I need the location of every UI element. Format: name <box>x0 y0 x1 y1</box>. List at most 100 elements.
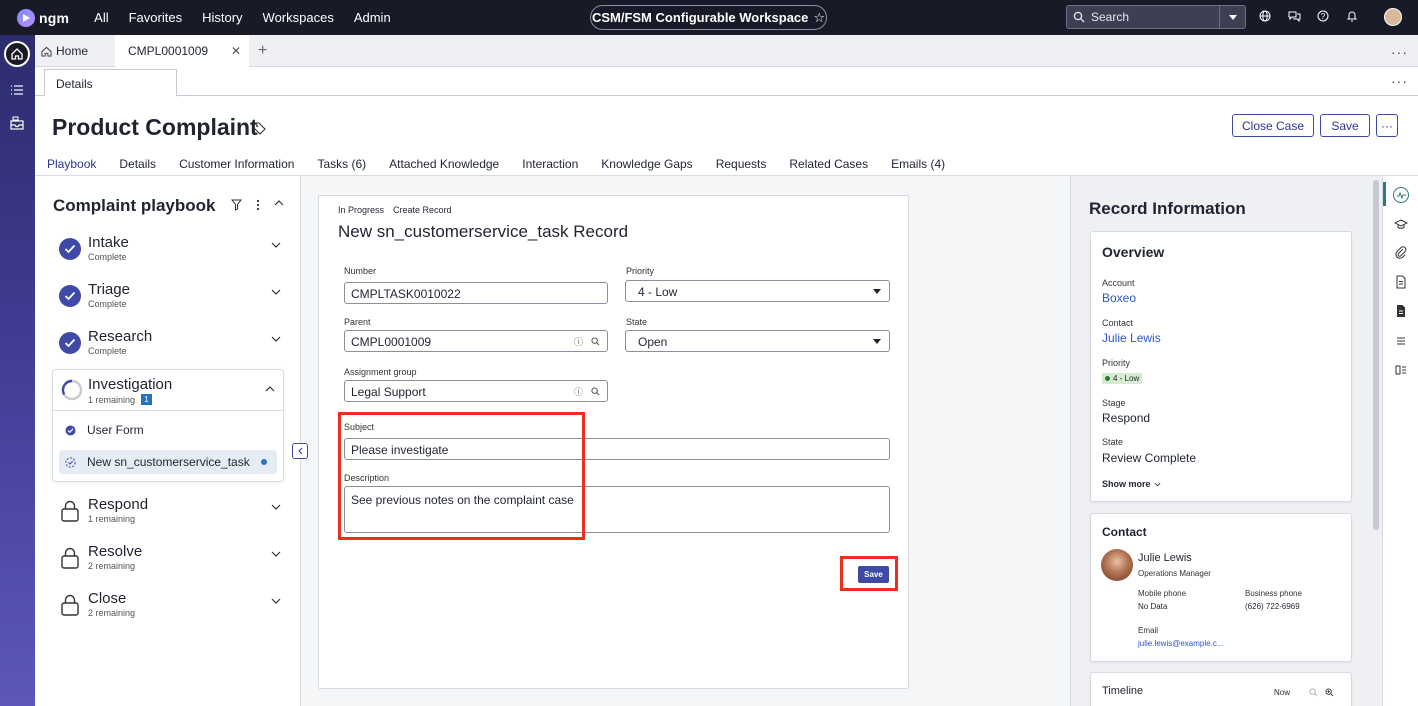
info-icon[interactable]: ⓘ <box>574 385 583 398</box>
filter-icon[interactable] <box>231 199 242 211</box>
parent-label: Parent <box>344 317 371 327</box>
svg-text:?: ? <box>1321 12 1326 21</box>
account-link[interactable]: Boxeo <box>1102 291 1136 305</box>
task-user-form[interactable]: User Form <box>59 418 277 442</box>
chevron-down-icon <box>873 339 881 344</box>
chevron-down-icon[interactable] <box>271 289 281 296</box>
tab-record[interactable]: CMPL0001009 ✕ <box>115 35 249 67</box>
tab-knowledge-gaps[interactable]: Knowledge Gaps <box>601 157 692 171</box>
list-icon[interactable] <box>9 82 25 98</box>
search-icon[interactable] <box>591 337 600 346</box>
email-link[interactable]: julie.lewis@example.c... <box>1138 639 1223 648</box>
logo[interactable]: ngm <box>17 8 70 27</box>
close-case-button[interactable]: Close Case <box>1232 114 1314 137</box>
nav-workspaces[interactable]: Workspaces <box>263 10 334 25</box>
form-save-button[interactable]: Save <box>858 566 889 583</box>
nav-all[interactable]: All <box>94 10 108 25</box>
tab-playbook[interactable]: Playbook <box>44 157 99 180</box>
stage-respond[interactable]: Respond 1 remaining <box>57 496 287 536</box>
chat-icon[interactable] <box>1286 8 1302 24</box>
kebab-icon[interactable] <box>256 199 260 211</box>
add-tab-icon[interactable]: + <box>258 42 267 60</box>
zoom-in-icon[interactable] <box>1325 688 1334 697</box>
tab-home[interactable]: Home <box>41 44 88 58</box>
user-avatar[interactable] <box>1384 8 1402 26</box>
attachment-icon[interactable] <box>1394 246 1408 260</box>
more-icon[interactable]: ··· <box>1391 73 1408 89</box>
description-field[interactable]: See previous notes on the complaint case <box>344 486 890 533</box>
search-input[interactable]: Search <box>1066 5 1246 29</box>
contact-link[interactable]: Julie Lewis <box>1102 331 1161 345</box>
workspace-title: CSM/FSM Configurable Workspace <box>591 10 809 25</box>
in-progress-icon <box>65 456 76 468</box>
parent-field[interactable]: CMPL0001009 ⓘ <box>344 330 608 352</box>
activity-icon[interactable] <box>1393 187 1409 203</box>
search-icon[interactable] <box>591 387 600 396</box>
document-icon[interactable] <box>1394 275 1408 289</box>
tab-requests[interactable]: Requests <box>716 157 767 171</box>
assignment-group-field[interactable]: Legal Support ⓘ <box>344 380 608 402</box>
business-phone-label: Business phone <box>1245 589 1302 598</box>
logo-text: ngm <box>39 9 70 26</box>
tab-customer-information[interactable]: Customer Information <box>179 157 294 171</box>
list-icon[interactable] <box>1394 334 1408 348</box>
tag-icon[interactable] <box>253 122 266 135</box>
more-icon[interactable]: ··· <box>1391 44 1408 60</box>
tab-emails[interactable]: Emails (4) <box>891 157 945 171</box>
nav-favorites[interactable]: Favorites <box>129 10 182 25</box>
info-icon[interactable]: ⓘ <box>574 335 583 348</box>
stage-investigation-header[interactable]: Investigation 1 remaining 1 <box>53 370 283 411</box>
close-icon[interactable]: ✕ <box>231 44 241 58</box>
stage-resolve[interactable]: Resolve 2 remaining <box>57 543 287 583</box>
more-actions-button[interactable]: ··· <box>1376 114 1398 137</box>
filled-document-icon[interactable] <box>1394 304 1408 318</box>
mobile-value: No Data <box>1138 602 1168 611</box>
chevron-up-icon[interactable] <box>265 385 275 392</box>
chevron-down-icon[interactable] <box>271 242 281 249</box>
tab-related-cases[interactable]: Related Cases <box>789 157 868 171</box>
stage-research[interactable]: Research Complete <box>57 328 287 368</box>
scrollbar[interactable] <box>1373 180 1379 530</box>
state-select[interactable]: Open <box>625 330 890 352</box>
task-new-record[interactable]: New sn_customerservice_task <box>59 450 277 474</box>
tab-interaction[interactable]: Interaction <box>522 157 578 171</box>
chevron-down-icon[interactable] <box>271 336 281 343</box>
priority-select[interactable]: 4 - Low <box>625 280 890 302</box>
tab-details[interactable]: Details <box>44 69 177 97</box>
subject-field[interactable]: Please investigate <box>344 438 890 460</box>
show-more-link[interactable]: Show more <box>1102 479 1161 489</box>
collapse-panel-button[interactable] <box>292 443 308 459</box>
tab-details-main[interactable]: Details <box>119 157 156 171</box>
graduation-cap-icon[interactable] <box>1394 217 1408 231</box>
chevron-down-icon[interactable] <box>271 504 281 511</box>
chevron-down-icon[interactable] <box>271 598 281 605</box>
workspace-pill[interactable]: CSM/FSM Configurable Workspace ☆ <box>590 5 827 30</box>
save-button[interactable]: Save <box>1320 114 1370 137</box>
stage-name: Close <box>88 590 127 607</box>
show-more-label: Show more <box>1102 479 1151 489</box>
help-icon[interactable]: ? <box>1315 8 1331 24</box>
home-icon[interactable] <box>4 41 30 67</box>
tab-attached-knowledge[interactable]: Attached Knowledge <box>389 157 499 171</box>
stage-value: Respond <box>1102 411 1151 425</box>
chevron-down-icon[interactable] <box>271 551 281 558</box>
timeline-title: Timeline <box>1102 685 1144 697</box>
stage-intake[interactable]: Intake Complete <box>57 234 287 274</box>
search-scope-dropdown[interactable] <box>1219 6 1245 28</box>
stage-triage[interactable]: Triage Complete <box>57 281 287 321</box>
stage-close[interactable]: Close 2 remaining <box>57 590 287 630</box>
timeline-now[interactable]: Now <box>1274 688 1290 697</box>
nav-admin[interactable]: Admin <box>354 10 391 25</box>
tab-tasks[interactable]: Tasks (6) <box>317 157 366 171</box>
inbox-icon[interactable] <box>9 115 25 131</box>
bell-icon[interactable] <box>1344 8 1360 24</box>
globe-icon[interactable] <box>1257 8 1273 24</box>
nav-history[interactable]: History <box>202 10 242 25</box>
number-field[interactable]: CMPLTASK0010022 <box>344 282 608 304</box>
details-list-icon[interactable] <box>1394 363 1408 377</box>
chevron-up-icon[interactable] <box>274 199 284 206</box>
zoom-out-icon[interactable] <box>1309 688 1318 697</box>
subject-value: Please investigate <box>351 443 449 457</box>
star-icon[interactable]: ☆ <box>813 10 825 26</box>
home-icon <box>41 46 52 57</box>
